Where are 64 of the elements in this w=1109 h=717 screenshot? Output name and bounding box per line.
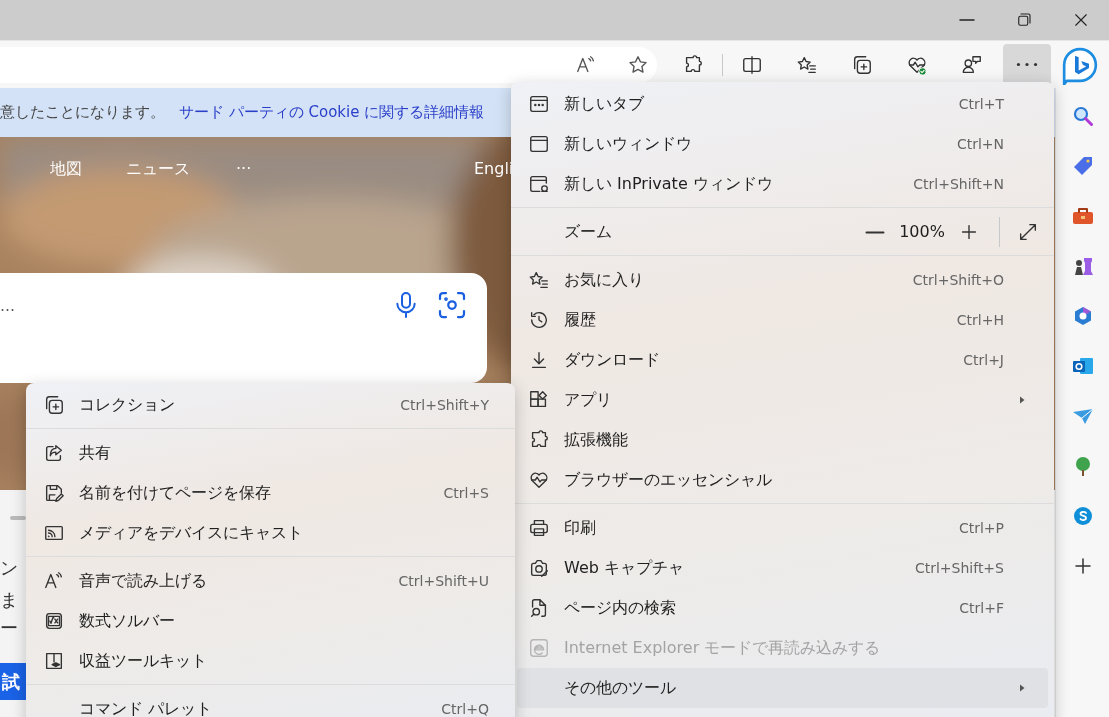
collections-icon (851, 53, 873, 76)
person-chat-icon (961, 53, 983, 76)
menu-item[interactable]: 数式ソルバー (32, 601, 509, 641)
split-screen-icon (741, 53, 763, 76)
collections-icon (43, 394, 65, 416)
shortcut-text: Ctrl+T (958, 94, 1004, 114)
menu-item[interactable]: ブラウザーのエッセンシャル (517, 460, 1048, 500)
toolkit-icon (43, 650, 65, 672)
menu-item[interactable]: 名前を付けてページを保存 Ctrl+S (32, 473, 509, 513)
more-icon (1016, 62, 1038, 67)
page-text: ン (0, 556, 18, 580)
history-icon (528, 309, 550, 331)
menu-item[interactable]: 履歴 Ctrl+H (517, 300, 1048, 340)
menu-item[interactable]: 新しい InPrivate ウィンドウ Ctrl+Shift+N (517, 164, 1048, 204)
menu-item[interactable]: ダウンロード Ctrl+J (517, 340, 1048, 380)
menu-item[interactable]: 印刷 Ctrl+P (517, 508, 1048, 548)
shortcut-text: Ctrl+Shift+N (913, 174, 1004, 194)
menu-item[interactable]: 新しいウィンドウ Ctrl+N (517, 124, 1048, 164)
shortcut-text: Ctrl+J (963, 350, 1004, 370)
shortcut-text: Ctrl+Shift+O (912, 270, 1004, 290)
favorite-star-icon[interactable] (627, 53, 649, 76)
camera-icon (528, 557, 550, 579)
shortcut-text: Ctrl+S (443, 483, 489, 503)
save-icon (43, 482, 65, 504)
zoom-label: ズーム (564, 221, 613, 243)
page-text: ー (0, 616, 18, 640)
menu-item[interactable]: ページ内の検索 Ctrl+F (517, 588, 1048, 628)
search-box[interactable]: … (0, 273, 487, 383)
zoom-level: 100% (898, 221, 946, 243)
shortcut-text: Ctrl+Shift+Y (400, 395, 489, 415)
menu-item[interactable]: その他のツール (517, 668, 1048, 708)
page-text: ま (0, 588, 18, 612)
minus-icon (864, 229, 886, 235)
star-list-icon (528, 269, 550, 291)
menu-item[interactable]: メディアをデバイスにキャスト (32, 513, 509, 553)
menu-item[interactable]: コレクション Ctrl+Shift+Y (32, 385, 509, 425)
math-icon (43, 610, 65, 632)
menu-item[interactable]: お気に入り Ctrl+Shift+O (517, 260, 1048, 300)
expand-icon (1017, 221, 1039, 243)
menu-item[interactable]: 音声で読み上げる Ctrl+Shift+U (32, 561, 509, 601)
search-placeholder: … (0, 296, 15, 317)
address-field[interactable] (0, 46, 657, 83)
shortcut-text: Ctrl+Shift+U (398, 571, 489, 591)
printer-icon (528, 517, 550, 539)
slider-handle[interactable] (10, 516, 26, 520)
window-icon (528, 133, 550, 155)
shortcut-text: Ctrl+N (956, 134, 1004, 154)
minimize-icon (957, 18, 976, 22)
menu-item[interactable]: Web キャプチャ Ctrl+Shift+S (517, 548, 1048, 588)
ie-icon (528, 637, 550, 659)
cookie-notice: 意したことになります。 サード パーティの Cookie に関する詳細情報 (0, 102, 485, 124)
new-tab-icon (528, 93, 550, 115)
shortcut-text: Ctrl+P (958, 518, 1004, 538)
shortcut-text: Ctrl+Shift+S (914, 558, 1004, 578)
shortcut-text: Ctrl+H (956, 310, 1004, 330)
share-icon (43, 442, 65, 464)
menu-item[interactable]: アプリ (517, 380, 1048, 420)
shortcut-text: Ctrl+F (959, 598, 1004, 618)
cookie-info-link[interactable]: サード パーティの Cookie に関する詳細情報 (179, 103, 485, 122)
menu-item[interactable]: 共有 (32, 433, 509, 473)
menu-item[interactable]: 新しいタブ Ctrl+T (517, 84, 1048, 124)
shortcut-text: Ctrl+Q (441, 699, 489, 717)
menu-item[interactable]: 拡張機能 (517, 420, 1048, 460)
private-window-icon (528, 173, 550, 195)
